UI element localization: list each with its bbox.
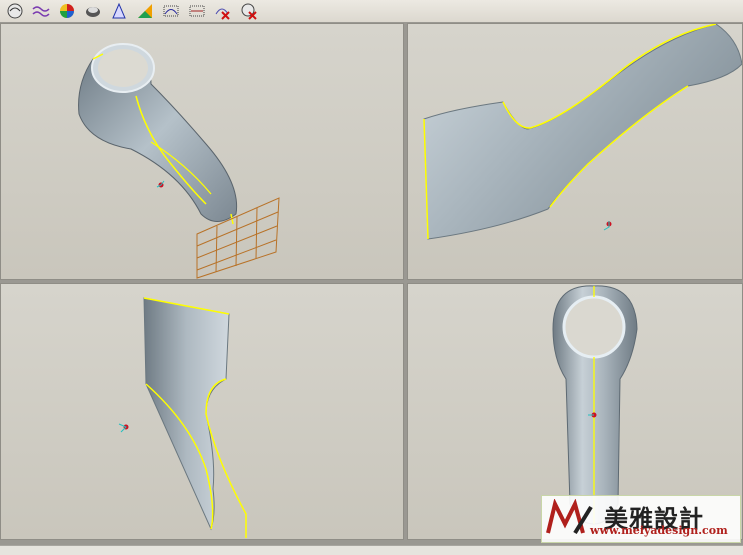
- delete-analysis-icon[interactable]: [212, 1, 234, 21]
- brand-logo-icon: [546, 499, 593, 535]
- delete-all-icon[interactable]: [238, 1, 260, 21]
- viewport-side[interactable]: [0, 283, 404, 540]
- viewport-isometric[interactable]: [0, 23, 404, 280]
- viewport-front[interactable]: [407, 23, 743, 280]
- wave-analysis-icon[interactable]: [30, 1, 52, 21]
- watermark-logo: 美雅設計 www.meiyadesign.com: [541, 495, 741, 543]
- curvature-plot-icon[interactable]: [160, 1, 182, 21]
- brand-url: www.meiyadesign.com: [590, 524, 728, 537]
- shade-icon[interactable]: [4, 1, 26, 21]
- draft-icon[interactable]: [108, 1, 130, 21]
- reflection-icon[interactable]: [134, 1, 156, 21]
- section-icon[interactable]: [82, 1, 104, 21]
- color-map-icon[interactable]: [56, 1, 78, 21]
- status-strip: [0, 545, 743, 555]
- analysis-toolbar: [0, 0, 743, 23]
- deviation-icon[interactable]: [186, 1, 208, 21]
